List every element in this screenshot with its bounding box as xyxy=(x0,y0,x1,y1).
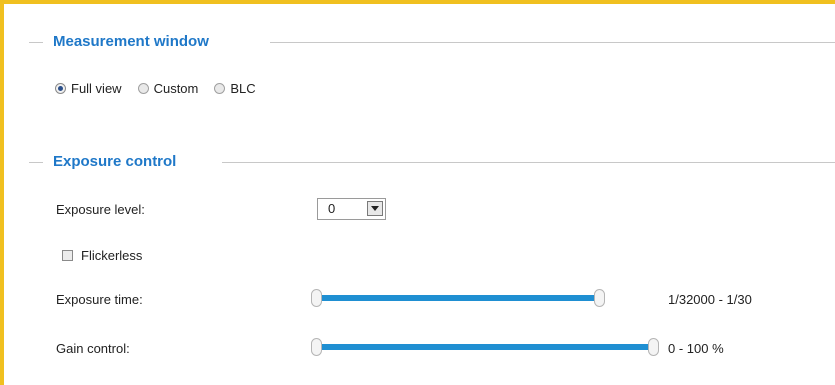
exposure-level-select[interactable]: 0 xyxy=(317,198,386,220)
radio-button[interactable] xyxy=(214,82,226,94)
radio-blc[interactable]: BLC xyxy=(214,80,256,96)
divider xyxy=(29,162,43,163)
slider-handle-max[interactable] xyxy=(594,289,605,307)
radio-label: Full view xyxy=(71,80,122,96)
flickerless-label: Flickerless xyxy=(81,247,143,263)
flickerless-checkbox[interactable] xyxy=(62,249,73,261)
slider-track xyxy=(317,295,600,301)
radio-button[interactable] xyxy=(137,82,149,94)
gain-control-label: Gain control: xyxy=(56,341,130,356)
measurement-window-options: Full view Custom BLC xyxy=(55,78,272,98)
settings-panel-frame xyxy=(0,0,835,385)
measurement-window-title: Measurement window xyxy=(53,33,209,50)
slider-handle-min[interactable] xyxy=(311,289,322,307)
exposure-time-slider[interactable] xyxy=(311,289,606,309)
exposure-time-range: 1/32000 - 1/30 xyxy=(668,292,752,307)
divider xyxy=(29,42,43,43)
radio-button-checked[interactable] xyxy=(55,82,66,94)
chevron-down-icon[interactable] xyxy=(367,201,383,216)
divider xyxy=(270,42,835,43)
divider xyxy=(222,162,835,163)
flickerless-checkbox-row[interactable]: Flickerless xyxy=(62,247,142,263)
gain-control-slider[interactable] xyxy=(311,338,661,358)
slider-handle-min[interactable] xyxy=(311,338,322,356)
radio-full-view[interactable]: Full view xyxy=(55,81,122,96)
exposure-time-label: Exposure time: xyxy=(56,292,143,307)
exposure-control-title: Exposure control xyxy=(53,153,177,170)
slider-track xyxy=(317,344,654,350)
gain-control-range: 0 - 100 % xyxy=(668,341,724,356)
slider-handle-max[interactable] xyxy=(648,338,659,356)
exposure-level-value: 0 xyxy=(328,201,336,216)
measurement-window-header: Measurement window xyxy=(0,32,835,52)
exposure-control-header: Exposure control xyxy=(0,152,835,172)
radio-custom[interactable]: Custom xyxy=(137,80,199,96)
radio-label: Custom xyxy=(153,80,199,96)
radio-label: BLC xyxy=(230,80,256,96)
exposure-level-label: Exposure level: xyxy=(56,202,145,217)
